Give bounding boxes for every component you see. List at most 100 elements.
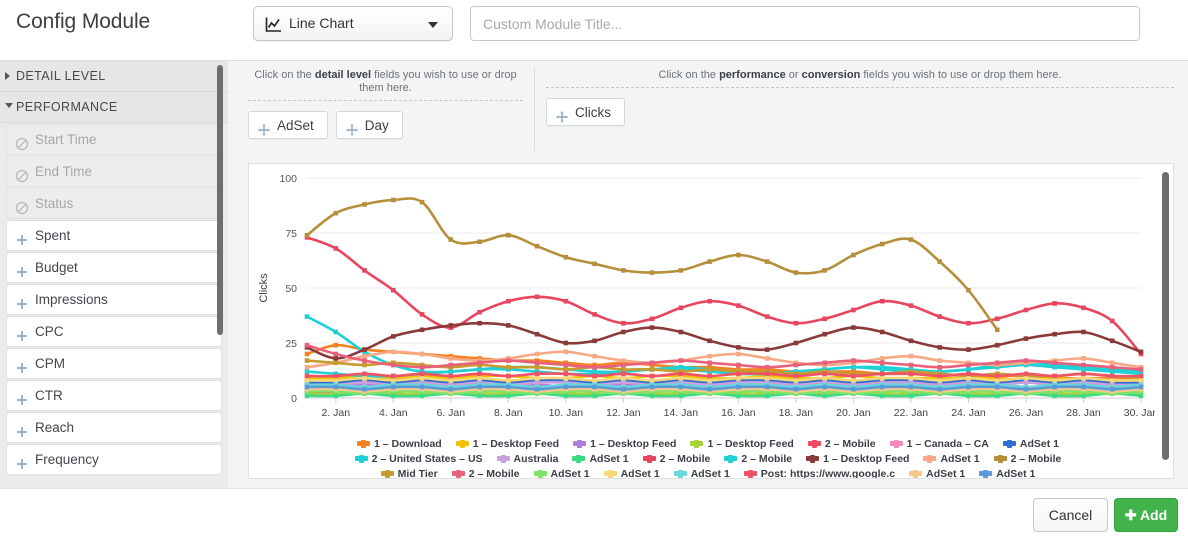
legend-label: AdSet 1 — [551, 468, 590, 480]
legend-item[interactable]: AdSet 1 — [534, 468, 590, 480]
legend-row: 1 – Download 1 – Desktop Feed 1 – Desktop … — [259, 436, 1157, 451]
svg-text:100: 100 — [279, 173, 297, 185]
sidebar-group-performance[interactable]: PERFORMANCE — [0, 92, 228, 123]
legend-swatch-icon — [381, 471, 394, 476]
page-title: Config Module — [16, 10, 150, 34]
sidebar-field-label: Start Time — [35, 132, 97, 147]
legend-row: 2 – United States – US Australia AdSet 1 2 … — [259, 451, 1157, 466]
legend-item[interactable]: AdSet 1 — [674, 468, 730, 480]
plus-icon — [15, 356, 29, 370]
fields-sidebar: DETAIL LEVEL PERFORMANCE Start Time End … — [0, 61, 228, 489]
legend-item[interactable]: 1 – Desktop Feed — [690, 438, 793, 450]
svg-text:50: 50 — [285, 283, 297, 295]
move-icon — [345, 119, 359, 133]
sidebar-field-label: CPM — [35, 356, 65, 371]
legend-label: Post: https://www.google.c — [761, 468, 895, 480]
legend-row: Mid Tier 2 – Mobile AdSet 1 AdSet 1 AdSet 1 P… — [259, 466, 1157, 479]
legend-item[interactable]: 2 – Mobile — [452, 468, 520, 480]
dropzone-divider — [534, 67, 535, 151]
dialog-header: Config Module Line Chart — [0, 0, 1188, 60]
legend-item[interactable]: 2 – Mobile — [994, 453, 1062, 465]
legend-swatch-icon — [456, 441, 469, 446]
legend-item[interactable]: 2 – Mobile — [724, 453, 792, 465]
legend-item[interactable]: 1 – Desktop Feed — [456, 438, 559, 450]
svg-text:75: 75 — [285, 228, 297, 240]
sidebar-scrollbar[interactable] — [217, 65, 223, 335]
plus-icon — [15, 228, 29, 242]
svg-text:12. Jan: 12. Jan — [606, 407, 641, 419]
legend-label: 2 – Mobile — [825, 438, 876, 450]
sidebar-field-cpm[interactable]: CPM — [6, 348, 222, 379]
legend-item[interactable]: Post: https://www.google.c — [744, 468, 895, 480]
legend-swatch-icon — [573, 441, 586, 446]
legend-item[interactable]: AdSet 1 — [1003, 438, 1059, 450]
sidebar-field-frequency[interactable]: Frequency — [6, 444, 222, 475]
dropzone-performance[interactable]: Click on the performance or conversion f… — [546, 69, 1174, 126]
legend-label: AdSet 1 — [691, 468, 730, 480]
legend-item[interactable]: Australia — [497, 453, 559, 465]
svg-text:8. Jan: 8. Jan — [494, 407, 523, 419]
line-chart: 0255075100Clicks2. Jan4. Jan6. Jan8. Jan… — [249, 164, 1155, 436]
sidebar-field-cpc[interactable]: CPC — [6, 316, 222, 347]
chart-type-dropdown[interactable]: Line Chart — [253, 6, 453, 41]
chip-adset[interactable]: AdSet — [248, 111, 328, 139]
legend-label: 1 – Desktop Feed — [473, 438, 559, 450]
line-chart-icon — [265, 16, 282, 33]
chart-legend: 1 – Download 1 – Desktop Feed 1 – Desktop … — [259, 436, 1157, 479]
plus-icon: ✚ — [1125, 507, 1137, 523]
chip-label: AdSet — [277, 118, 314, 133]
plus-icon — [15, 452, 29, 466]
legend-item[interactable]: 2 – Mobile — [808, 438, 876, 450]
svg-text:16. Jan: 16. Jan — [721, 407, 756, 419]
svg-text:30. Jan: 30. Jan — [1124, 407, 1155, 419]
legend-item[interactable]: AdSet 1 — [923, 453, 979, 465]
add-button[interactable]: ✚ Add — [1114, 498, 1178, 532]
dropzone-detail-level[interactable]: Click on the detail level fields you wis… — [248, 69, 523, 139]
legend-item[interactable]: AdSet 1 — [909, 468, 965, 480]
svg-text:4. Jan: 4. Jan — [379, 407, 408, 419]
legend-item[interactable]: 1 – Desktop Feed — [573, 438, 676, 450]
chip-clicks[interactable]: Clicks — [546, 98, 625, 126]
svg-text:18. Jan: 18. Jan — [779, 407, 814, 419]
sidebar-field-ctr[interactable]: CTR — [6, 380, 222, 411]
main-panel: Click on the detail level fields you wis… — [228, 61, 1188, 489]
legend-item[interactable]: AdSet 1 — [572, 453, 628, 465]
sidebar-field-status: Status — [6, 188, 222, 219]
sidebar-field-budget[interactable]: Budget — [6, 252, 222, 283]
legend-item[interactable]: 1 – Canada – CA — [890, 438, 989, 450]
svg-text:22. Jan: 22. Jan — [894, 407, 929, 419]
dropzone-performance-hint: Click on the performance or conversion f… — [546, 69, 1174, 82]
sidebar-field-impressions[interactable]: Impressions — [6, 284, 222, 315]
config-module-dialog: Config Module Line Chart DETAIL LEVEL PE — [0, 0, 1188, 540]
sidebar-field-reach[interactable]: Reach — [6, 412, 222, 443]
legend-item[interactable]: 1 – Desktop Feed — [806, 453, 909, 465]
sidebar-field-label: Budget — [35, 260, 78, 275]
module-title-input[interactable] — [470, 6, 1140, 41]
legend-swatch-icon — [572, 456, 585, 461]
sidebar-field-spent[interactable]: Spent — [6, 220, 222, 251]
plus-icon — [15, 324, 29, 338]
legend-label: 2 – Mobile — [469, 468, 520, 480]
svg-text:28. Jan: 28. Jan — [1066, 407, 1101, 419]
legend-swatch-icon — [534, 471, 547, 476]
chart-scrollbar[interactable] — [1162, 172, 1169, 460]
legend-swatch-icon — [1003, 441, 1016, 446]
legend-swatch-icon — [355, 456, 368, 461]
legend-label: AdSet 1 — [996, 468, 1035, 480]
sidebar-field-label: CPC — [35, 324, 64, 339]
legend-swatch-icon — [979, 471, 992, 476]
sidebar-group-detail-level[interactable]: DETAIL LEVEL — [0, 61, 228, 92]
blocked-icon — [15, 132, 29, 146]
legend-item[interactable]: 2 – United States – US — [355, 453, 483, 465]
legend-item[interactable]: Mid Tier — [381, 468, 438, 480]
svg-text:0: 0 — [291, 393, 297, 405]
chip-day[interactable]: Day — [336, 111, 403, 139]
sidebar-field-label: Impressions — [35, 292, 108, 307]
legend-item[interactable]: 1 – Download — [357, 438, 442, 450]
move-icon — [555, 106, 569, 120]
cancel-button[interactable]: Cancel — [1033, 498, 1108, 532]
legend-item[interactable]: AdSet 1 — [979, 468, 1035, 480]
legend-item[interactable]: AdSet 1 — [604, 468, 660, 480]
legend-item[interactable]: 2 – Mobile — [643, 453, 711, 465]
legend-label: AdSet 1 — [589, 453, 628, 465]
